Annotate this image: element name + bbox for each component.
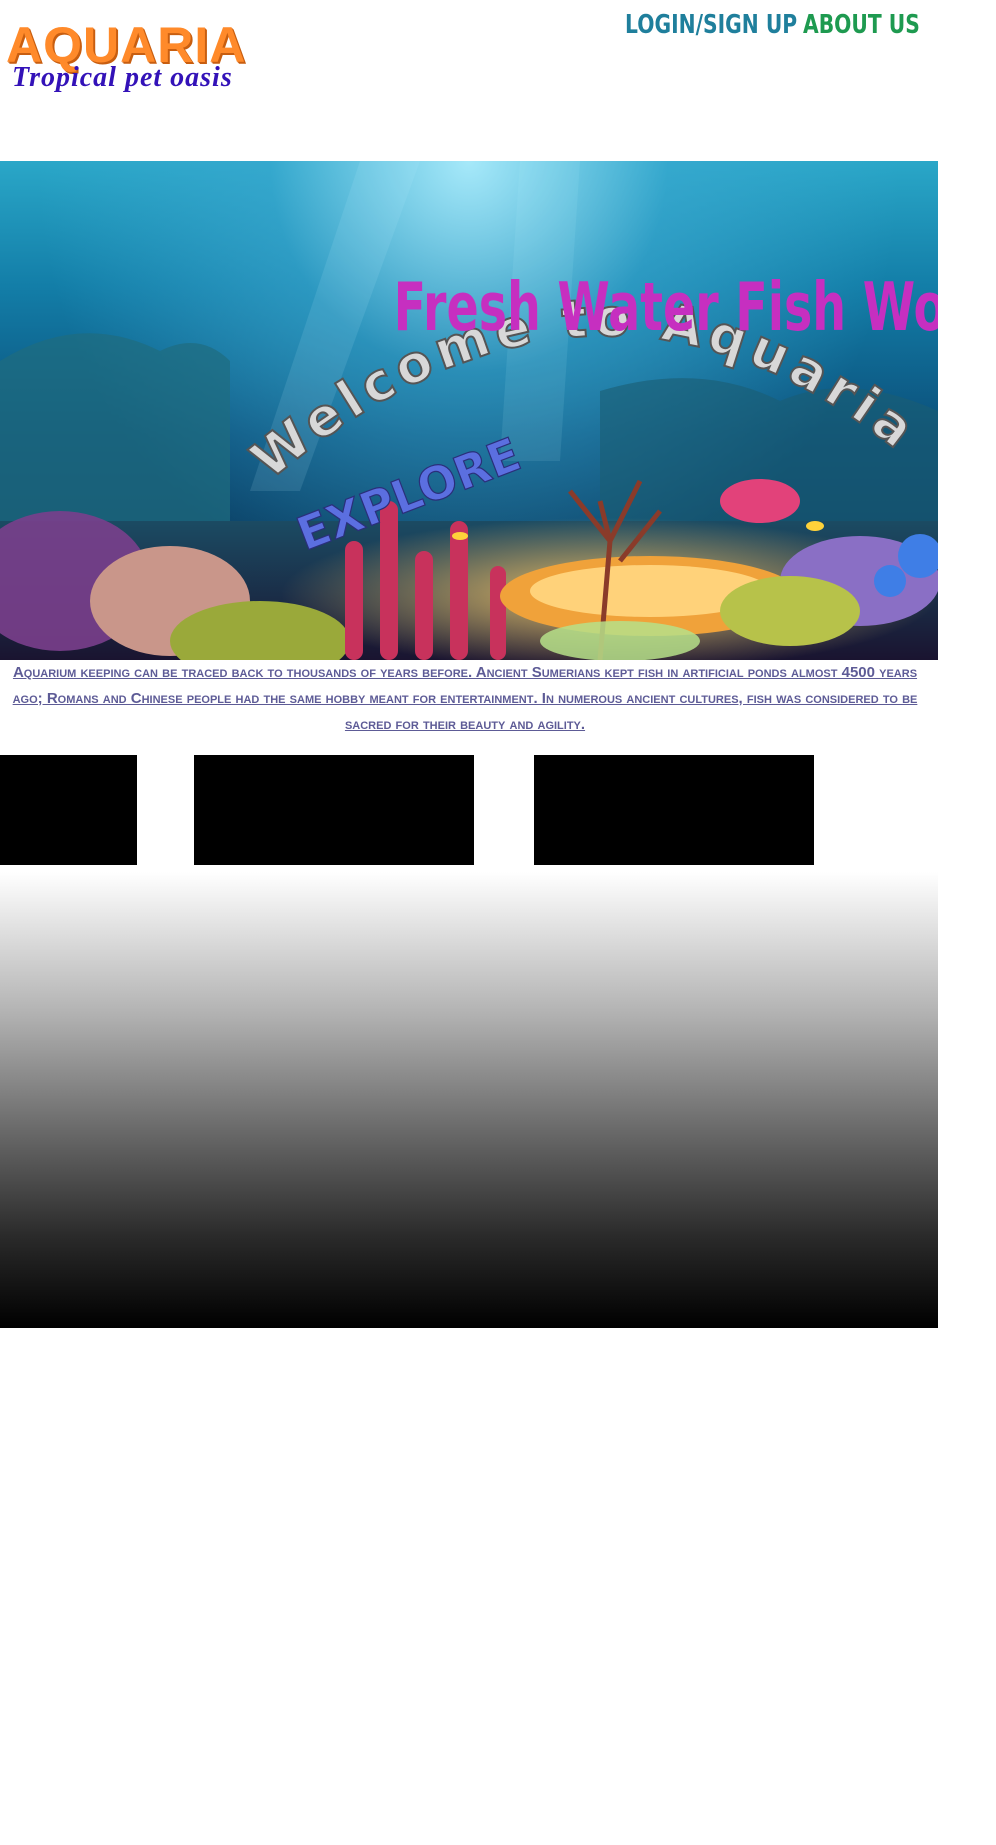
gradient-section xyxy=(0,872,938,1328)
feature-tile-2[interactable] xyxy=(194,755,474,865)
login-signup-link[interactable]: LOGIN/SIGN UP xyxy=(625,10,797,40)
aquarium-history-text: Aquarium keeping can be traced back to t… xyxy=(12,664,918,733)
feature-tile-3[interactable] xyxy=(534,755,814,865)
feature-tile-1[interactable] xyxy=(0,755,137,865)
hero-banner: Welcome to Aquaria Fresh Water Fish Worl… xyxy=(0,161,938,660)
about-us-link[interactable]: ABOUT US xyxy=(803,10,920,40)
logo-tagline: Tropical pet oasis xyxy=(12,62,233,93)
banner-subheadline: Fresh Water Fish World xyxy=(394,268,938,346)
aquarium-scene-illustration: Welcome to Aquaria Fresh Water Fish Worl… xyxy=(0,161,938,660)
